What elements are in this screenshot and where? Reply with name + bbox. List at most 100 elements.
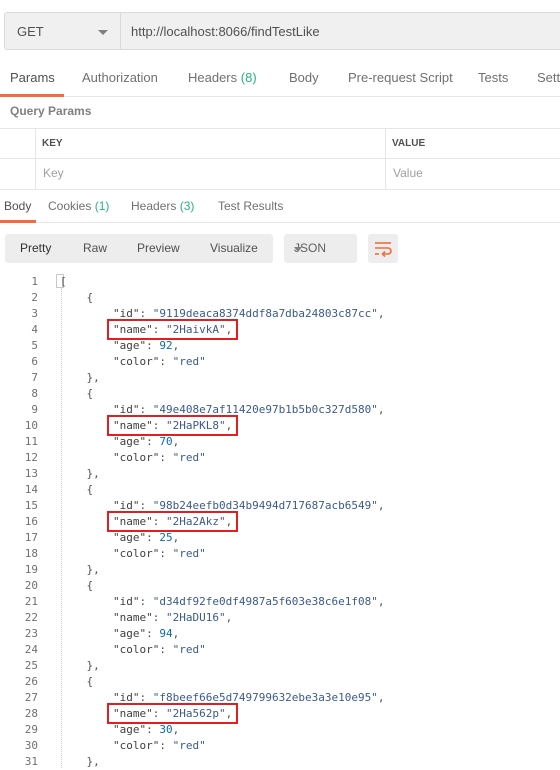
code-text: { (60, 291, 94, 304)
headers-count-badge: (8) (240, 70, 257, 85)
code-line: 8 { (0, 386, 560, 402)
code-text: { (60, 387, 94, 400)
line-number: 20 (24, 579, 38, 592)
wrap-lines-icon (375, 242, 392, 258)
code-text: }, (60, 659, 100, 672)
line-number: 29 (24, 723, 38, 736)
line-number: 21 (24, 595, 38, 608)
divider (0, 189, 560, 190)
line-number: 7 (31, 371, 38, 384)
response-body-code-view[interactable]: 1[2 {3 "id": "9119deaca8374ddf8a7dba2480… (0, 272, 560, 768)
code-line: 10 "name": "2HaPKL8", (0, 418, 560, 434)
code-line: 20 { (0, 578, 560, 594)
tab-response-body[interactable]: Body (4, 199, 31, 213)
tab-test-results[interactable]: Test Results (218, 199, 283, 213)
line-number: 22 (24, 611, 38, 624)
code-text: "name": "2HaDU16", (112, 611, 233, 624)
tab-headers[interactable]: Headers (8) (188, 70, 257, 85)
wrap-lines-button[interactable] (368, 234, 398, 263)
url-input[interactable]: http://localhost:8066/findTestLike (120, 12, 560, 50)
highlight-box (106, 511, 238, 532)
language-select[interactable]: JSON (284, 234, 357, 263)
code-text: }, (60, 563, 100, 576)
code-line: 12 "color": "red" (0, 450, 560, 466)
code-line: 26 { (0, 674, 560, 690)
chevron-down-icon (294, 247, 302, 252)
line-number: 9 (31, 403, 38, 416)
line-number: 18 (24, 547, 38, 560)
tab-response-headers[interactable]: Headers (3) (131, 199, 194, 213)
divider (385, 128, 386, 190)
line-number: 1 (31, 275, 38, 288)
line-number: 5 (31, 339, 38, 352)
tab-settings[interactable]: Sett (537, 70, 560, 85)
code-text: { (60, 675, 94, 688)
key-input[interactable]: Key (43, 166, 64, 180)
line-number: 17 (24, 531, 38, 544)
line-number: 2 (31, 291, 38, 304)
method-select[interactable]: GET (4, 12, 120, 50)
code-line: 7 }, (0, 370, 560, 386)
tab-params[interactable]: Params (10, 70, 55, 85)
code-line: 16 "name": "2Ha2Akz", (0, 514, 560, 530)
query-params-title: Query Params (10, 104, 92, 118)
line-number: 23 (24, 627, 38, 640)
code-line: 21 "id": "d34df92fe0df4987a5f603e38c6e1f… (0, 594, 560, 610)
line-number: 14 (24, 483, 38, 496)
line-number: 13 (24, 467, 38, 480)
code-line: 28 "name": "2Ha562p", (0, 706, 560, 722)
code-line: 19 }, (0, 562, 560, 578)
code-line: 27 "id": "f8beef66e5d749799632ebe3a3e10e… (0, 690, 560, 706)
code-line: 5 "age": 92, (0, 338, 560, 354)
value-input[interactable]: Value (393, 166, 423, 180)
line-number: 28 (24, 707, 38, 720)
line-number: 10 (24, 419, 38, 432)
chevron-down-icon (98, 30, 108, 35)
raw-button[interactable]: Raw (83, 241, 107, 255)
line-number: 27 (24, 691, 38, 704)
tab-authorization[interactable]: Authorization (82, 70, 158, 85)
code-text: { (60, 483, 94, 496)
code-line: 18 "color": "red" (0, 546, 560, 562)
tab-body[interactable]: Body (289, 70, 319, 85)
query-params-table: KEY VALUE Key Value (0, 128, 560, 190)
request-tabs: Params Authorization Headers (8) Body Pr… (0, 62, 560, 97)
code-text: }, (60, 467, 100, 480)
response-tabs: Body Cookies (1) Headers (3) Test Result… (0, 192, 560, 223)
divider (0, 158, 560, 159)
line-number: 19 (24, 563, 38, 576)
code-text: "age": 94, (112, 627, 180, 640)
highlight-box (106, 319, 238, 340)
active-tab-indicator (0, 94, 64, 97)
line-number: 30 (24, 739, 38, 752)
code-text: "color": "red" (112, 355, 206, 368)
divider (0, 128, 560, 129)
code-line: 9 "id": "49e408e7af11420e97b1b5b0c327d58… (0, 402, 560, 418)
value-column-header: VALUE (392, 138, 426, 149)
tab-prerequest-script[interactable]: Pre-request Script (348, 70, 453, 85)
code-line: 11 "age": 70, (0, 434, 560, 450)
code-text: }, (60, 371, 100, 384)
code-line: 22 "name": "2HaDU16", (0, 610, 560, 626)
code-text: "age": 92, (112, 339, 180, 352)
tab-cookies-label: Cookies (48, 199, 92, 213)
code-text: "color": "red" (112, 643, 206, 656)
preview-button[interactable]: Preview (137, 241, 180, 255)
view-mode-segmented-control: Pretty Raw Preview Visualize (5, 234, 273, 263)
code-text: "color": "red" (112, 547, 206, 560)
tab-tests[interactable]: Tests (478, 70, 508, 85)
code-line: 25 }, (0, 658, 560, 674)
pretty-button[interactable]: Pretty (20, 241, 51, 255)
code-line: 14 { (0, 482, 560, 498)
line-number: 11 (24, 435, 38, 448)
visualize-button[interactable]: Visualize (210, 241, 258, 255)
request-url-bar: GET http://localhost:8066/findTestLike (0, 0, 560, 62)
line-number: 15 (24, 499, 38, 512)
tab-cookies[interactable]: Cookies (1) (48, 199, 109, 213)
key-column-header: KEY (42, 138, 63, 149)
code-text: "color": "red" (112, 451, 206, 464)
code-text: [ (60, 275, 67, 288)
highlight-box (106, 415, 238, 436)
code-line: 30 "color": "red" (0, 738, 560, 754)
code-line: 2 { (0, 290, 560, 306)
